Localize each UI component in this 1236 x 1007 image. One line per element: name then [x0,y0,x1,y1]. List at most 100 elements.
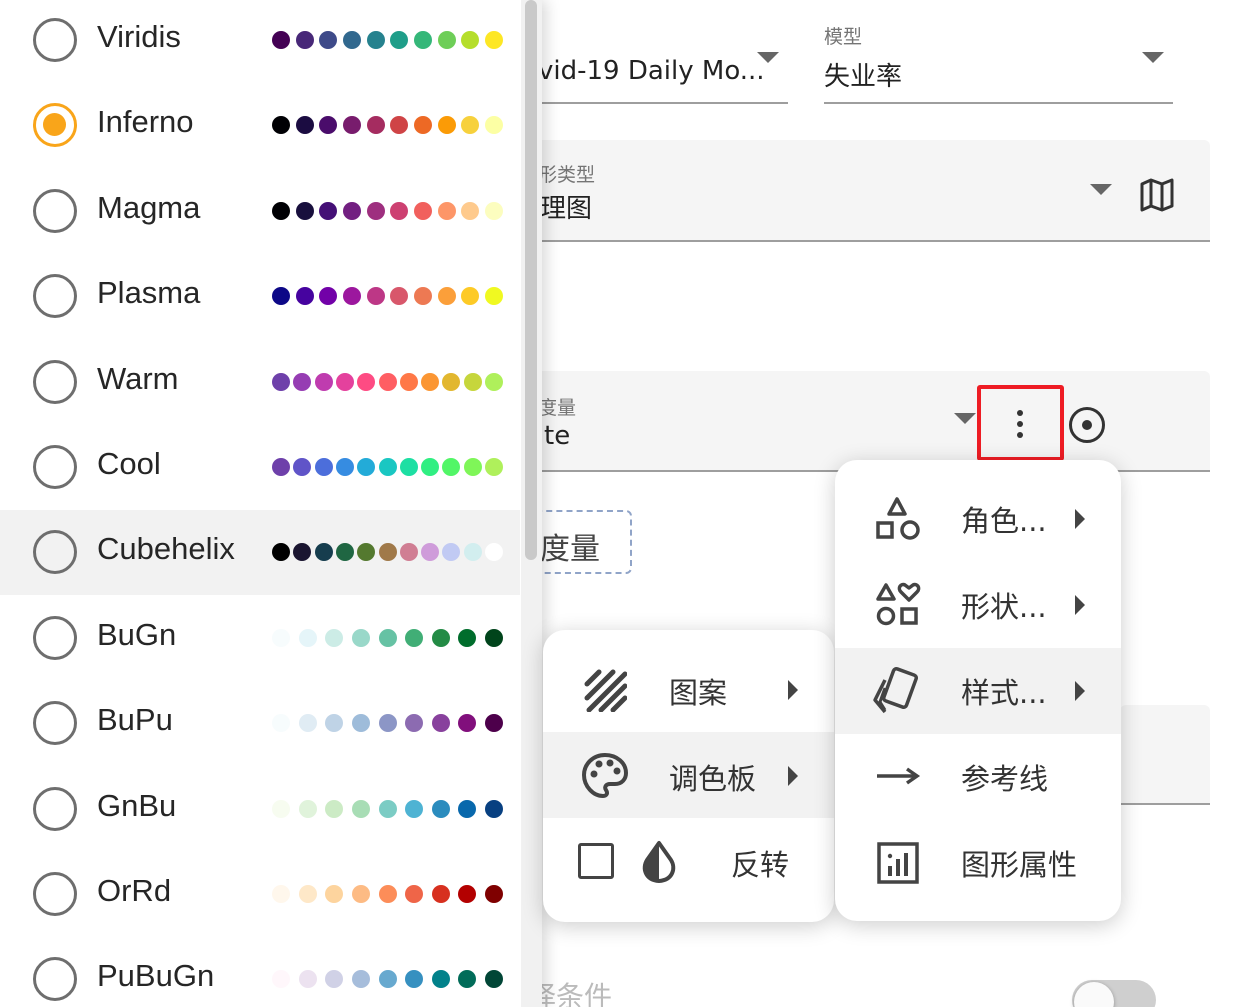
chevron-down-icon[interactable] [954,413,976,424]
menu-item-style[interactable]: 样式... [835,648,1121,734]
palette-icon [581,752,629,799]
color-swatch [431,799,450,818]
menu-item-reference-line[interactable]: 参考线 [835,734,1121,820]
chevron-down-icon[interactable] [1142,52,1164,63]
color-swatch [351,885,370,903]
add-measure-label: 度量 [540,532,600,567]
palette-option-cubehelix[interactable]: Cubehelix [0,510,520,596]
color-swatch [414,287,432,306]
palette-option-bugn[interactable]: BuGn [0,596,520,681]
color-swatch [272,885,290,903]
color-swatch [351,799,370,818]
radio-button[interactable] [33,615,77,660]
color-swatch [414,31,432,49]
color-swatch [437,201,456,220]
filter-toggle[interactable] [1072,980,1156,1007]
palette-name: PuBuGn [97,958,215,994]
palette-name: Cool [97,446,161,481]
color-swatch [314,458,333,476]
more-options-icon[interactable] [1013,410,1027,440]
color-swatch [293,372,312,391]
palette-option-pubugn[interactable]: PuBuGn [0,937,520,1007]
radio-button[interactable] [33,18,77,62]
palette-name: Inferno [97,104,194,140]
radio-button[interactable] [33,701,77,746]
palette-option-inferno[interactable]: Inferno [0,83,520,168]
color-swatch [298,628,317,647]
scrollbar-thumb[interactable] [525,0,537,560]
color-swatch [298,970,317,989]
style-cards-icon [873,667,918,714]
color-swatch [314,543,333,562]
invert-colors-icon [642,841,676,883]
color-swatch [343,116,361,135]
color-swatch [272,201,290,220]
color-swatch [325,714,344,733]
color-swatch [378,372,397,391]
palette-option-magma[interactable]: Magma [0,169,520,254]
palette-option-viridis[interactable]: Viridis [0,0,520,83]
color-swatch [485,543,503,562]
color-swatch [351,628,370,647]
color-swatch [485,458,503,476]
color-swatch [319,31,338,49]
color-swatch [293,543,312,562]
palette-name: BuPu [97,702,173,738]
color-swatch [272,799,290,818]
radio-button[interactable] [33,957,77,1002]
menu-item-roles[interactable]: 角色... [835,476,1121,562]
chevron-down-icon[interactable] [1090,184,1112,195]
color-swatch [463,458,482,476]
roles-shapes-icon [876,497,920,540]
reverse-checkbox[interactable] [578,843,614,879]
color-swatch [485,287,503,306]
radio-button[interactable] [33,530,77,575]
color-swatch [335,543,354,562]
radio-button[interactable] [33,872,77,916]
menu-item-shapes[interactable]: 形状... [835,562,1121,648]
model-select[interactable]: 模型 失业率 [824,20,1173,104]
palette-option-orrd[interactable]: OrRd [0,852,520,937]
color-swatch [319,116,338,135]
color-swatch [485,714,503,733]
chart-type-select[interactable]: 形类型 理图 [520,140,1210,242]
menu-item-pattern[interactable]: 图案 [543,646,834,732]
color-swatch [399,458,418,476]
palette-option-plasma[interactable]: Plasma [0,254,520,339]
color-swatch [325,885,344,903]
menu-item-palette[interactable]: 调色板 [543,732,834,818]
radio-button[interactable] [33,103,77,148]
palette-option-gnbu[interactable]: GnBu [0,767,520,852]
measure-select[interactable]: 度量 te [520,371,1210,472]
radio-button[interactable] [33,359,77,404]
palette-option-warm[interactable]: Warm [0,340,520,425]
color-swatch [431,628,450,647]
radio-button[interactable] [33,188,77,233]
palette-label: 调色板 [669,762,757,796]
color-swatch [390,201,409,220]
chevron-down-icon[interactable] [757,52,779,63]
radio-button[interactable] [33,786,77,831]
color-swatch [298,885,317,903]
dataset-select[interactable]: vid-19 Daily Mo... [520,20,788,104]
color-swatch [366,31,385,49]
field-underline [824,102,1173,104]
radio-button[interactable] [33,274,77,319]
style-label: 样式... [961,676,1047,710]
palette-name: Warm [97,360,179,396]
radio-button[interactable] [33,445,77,489]
color-swatch [272,714,290,733]
color-swatch [378,458,397,476]
map-icon[interactable] [1140,178,1174,212]
reference-line-label: 参考线 [961,762,1049,796]
target-icon[interactable] [1069,407,1105,443]
dataset-value: vid-19 Daily Mo... [538,56,765,86]
palette-option-cool[interactable]: Cool [0,425,520,510]
menu-item-chart-properties[interactable]: 图形属性 [835,820,1121,906]
color-swatch [272,970,290,989]
palette-option-bupu[interactable]: BuPu [0,681,520,766]
chevron-right-icon [788,680,798,700]
chevron-right-icon [788,766,798,786]
roles-label: 角色... [961,504,1047,538]
color-swatch [463,543,482,562]
